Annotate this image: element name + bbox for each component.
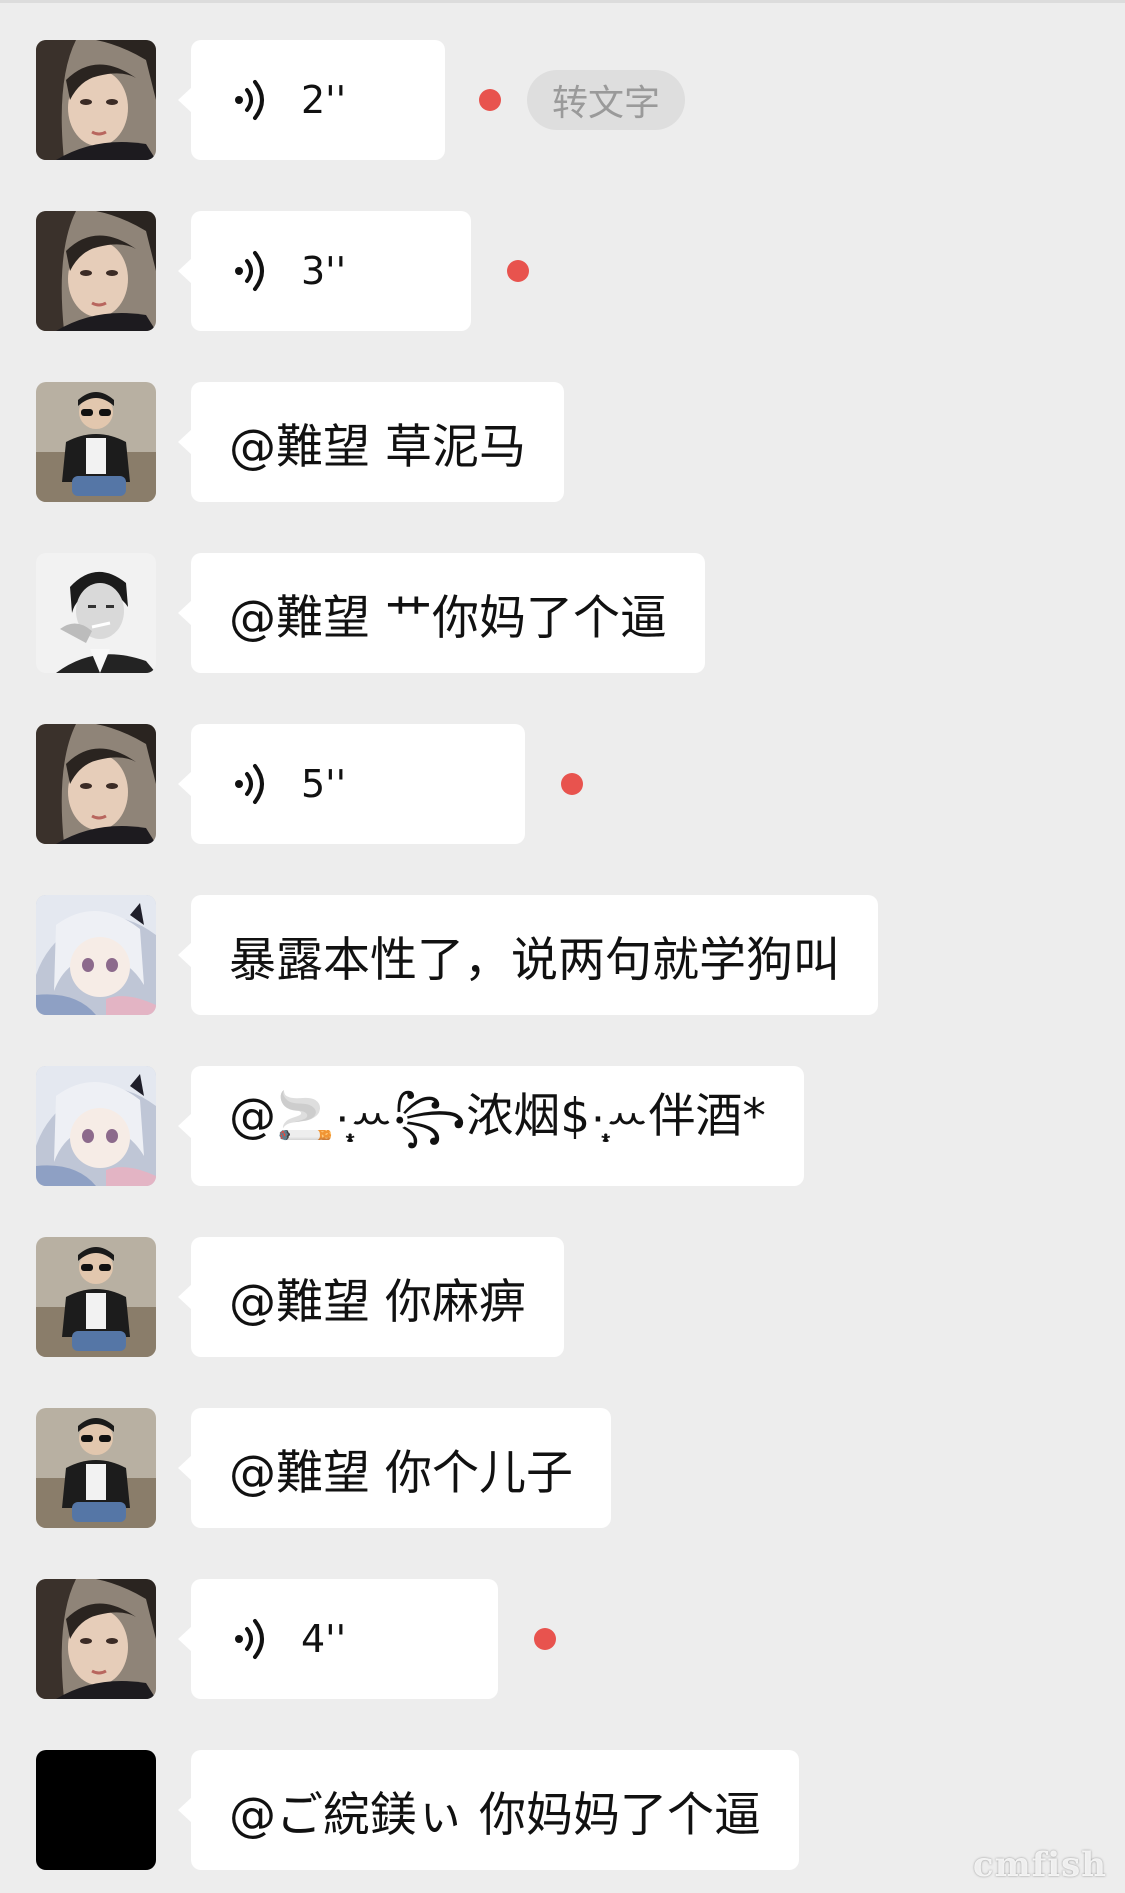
text-message-bubble[interactable]: @難望 你个儿子: [178, 1408, 611, 1528]
voice-message-bubble[interactable]: 5'': [178, 724, 525, 844]
message-text: @ご綄鎂ぃ 你妈妈了个逼: [229, 1787, 761, 1843]
anime-girl-avatar[interactable]: [36, 895, 156, 1015]
message-row: @🚬·̩͙ꕀ꧂浓烟$·̩͙ꕀ伴酒*: [0, 1066, 1125, 1186]
text-message-bubble[interactable]: @難望 艹你妈了个逼: [178, 553, 705, 673]
message-row: @難望 艹你妈了个逼: [0, 553, 1125, 673]
text-message-bubble[interactable]: @難望 你麻痹: [178, 1237, 564, 1357]
voice-duration: 2'': [301, 78, 347, 122]
woman-avatar[interactable]: [36, 724, 156, 844]
message-text: @🚬·̩͙ꕀ꧂浓烟$·̩͙ꕀ伴酒*: [229, 1088, 766, 1144]
voice-wave-icon: [235, 251, 264, 291]
voice-message-bubble[interactable]: 4'': [178, 1579, 498, 1699]
sunglasses-man-avatar[interactable]: [36, 1237, 156, 1357]
voice-duration: 3'': [301, 249, 347, 293]
voice-wave-icon: [235, 764, 264, 804]
voice-message-bubble[interactable]: 2'': [178, 40, 445, 160]
message-text: @難望 草泥马: [229, 419, 526, 475]
voice-message-bubble[interactable]: 3'': [178, 211, 471, 331]
voice-wave-icon: [235, 80, 264, 120]
message-row: @難望 草泥马: [0, 382, 1125, 502]
anime-girl-avatar[interactable]: [36, 1066, 156, 1186]
message-row: 暴露本性了，说两句就学狗叫: [0, 895, 1125, 1015]
message-row: 3'': [0, 211, 1125, 331]
message-text: @難望 艹你妈了个逼: [229, 590, 667, 646]
sunglasses-man-avatar[interactable]: [36, 382, 156, 502]
message-row: 4'': [0, 1579, 1125, 1699]
smoking-man-avatar[interactable]: [36, 553, 156, 673]
unread-dot: [479, 89, 501, 111]
message-row: 5'': [0, 724, 1125, 844]
message-text: 暴露本性了，说两句就学狗叫: [229, 932, 840, 988]
woman-avatar[interactable]: [36, 1579, 156, 1699]
top-divider: [0, 0, 1125, 3]
text-message-bubble[interactable]: @🚬·̩͙ꕀ꧂浓烟$·̩͙ꕀ伴酒*: [178, 1066, 804, 1186]
message-row: @難望 你个儿子: [0, 1408, 1125, 1528]
message-text: @難望 你个儿子: [229, 1445, 573, 1501]
message-text: @難望 你麻痹: [229, 1274, 526, 1330]
message-row: @ご綄鎂ぃ 你妈妈了个逼: [0, 1750, 1125, 1870]
woman-avatar[interactable]: [36, 40, 156, 160]
voice-duration: 4'': [301, 1617, 347, 1661]
text-message-bubble[interactable]: @ご綄鎂ぃ 你妈妈了个逼: [178, 1750, 799, 1870]
voice-wave-icon: [235, 1619, 264, 1659]
black-avatar[interactable]: [36, 1750, 156, 1870]
message-row: 2'' 转文字: [0, 40, 1125, 160]
unread-dot: [561, 773, 583, 795]
transcribe-button[interactable]: 转文字: [527, 70, 685, 130]
voice-duration: 5'': [301, 762, 347, 806]
watermark: cmfish: [972, 1845, 1107, 1885]
message-row: @難望 你麻痹: [0, 1237, 1125, 1357]
unread-dot: [507, 260, 529, 282]
sunglasses-man-avatar[interactable]: [36, 1408, 156, 1528]
text-message-bubble[interactable]: @難望 草泥马: [178, 382, 564, 502]
woman-avatar[interactable]: [36, 211, 156, 331]
text-message-bubble[interactable]: 暴露本性了，说两句就学狗叫: [178, 895, 878, 1015]
unread-dot: [534, 1628, 556, 1650]
